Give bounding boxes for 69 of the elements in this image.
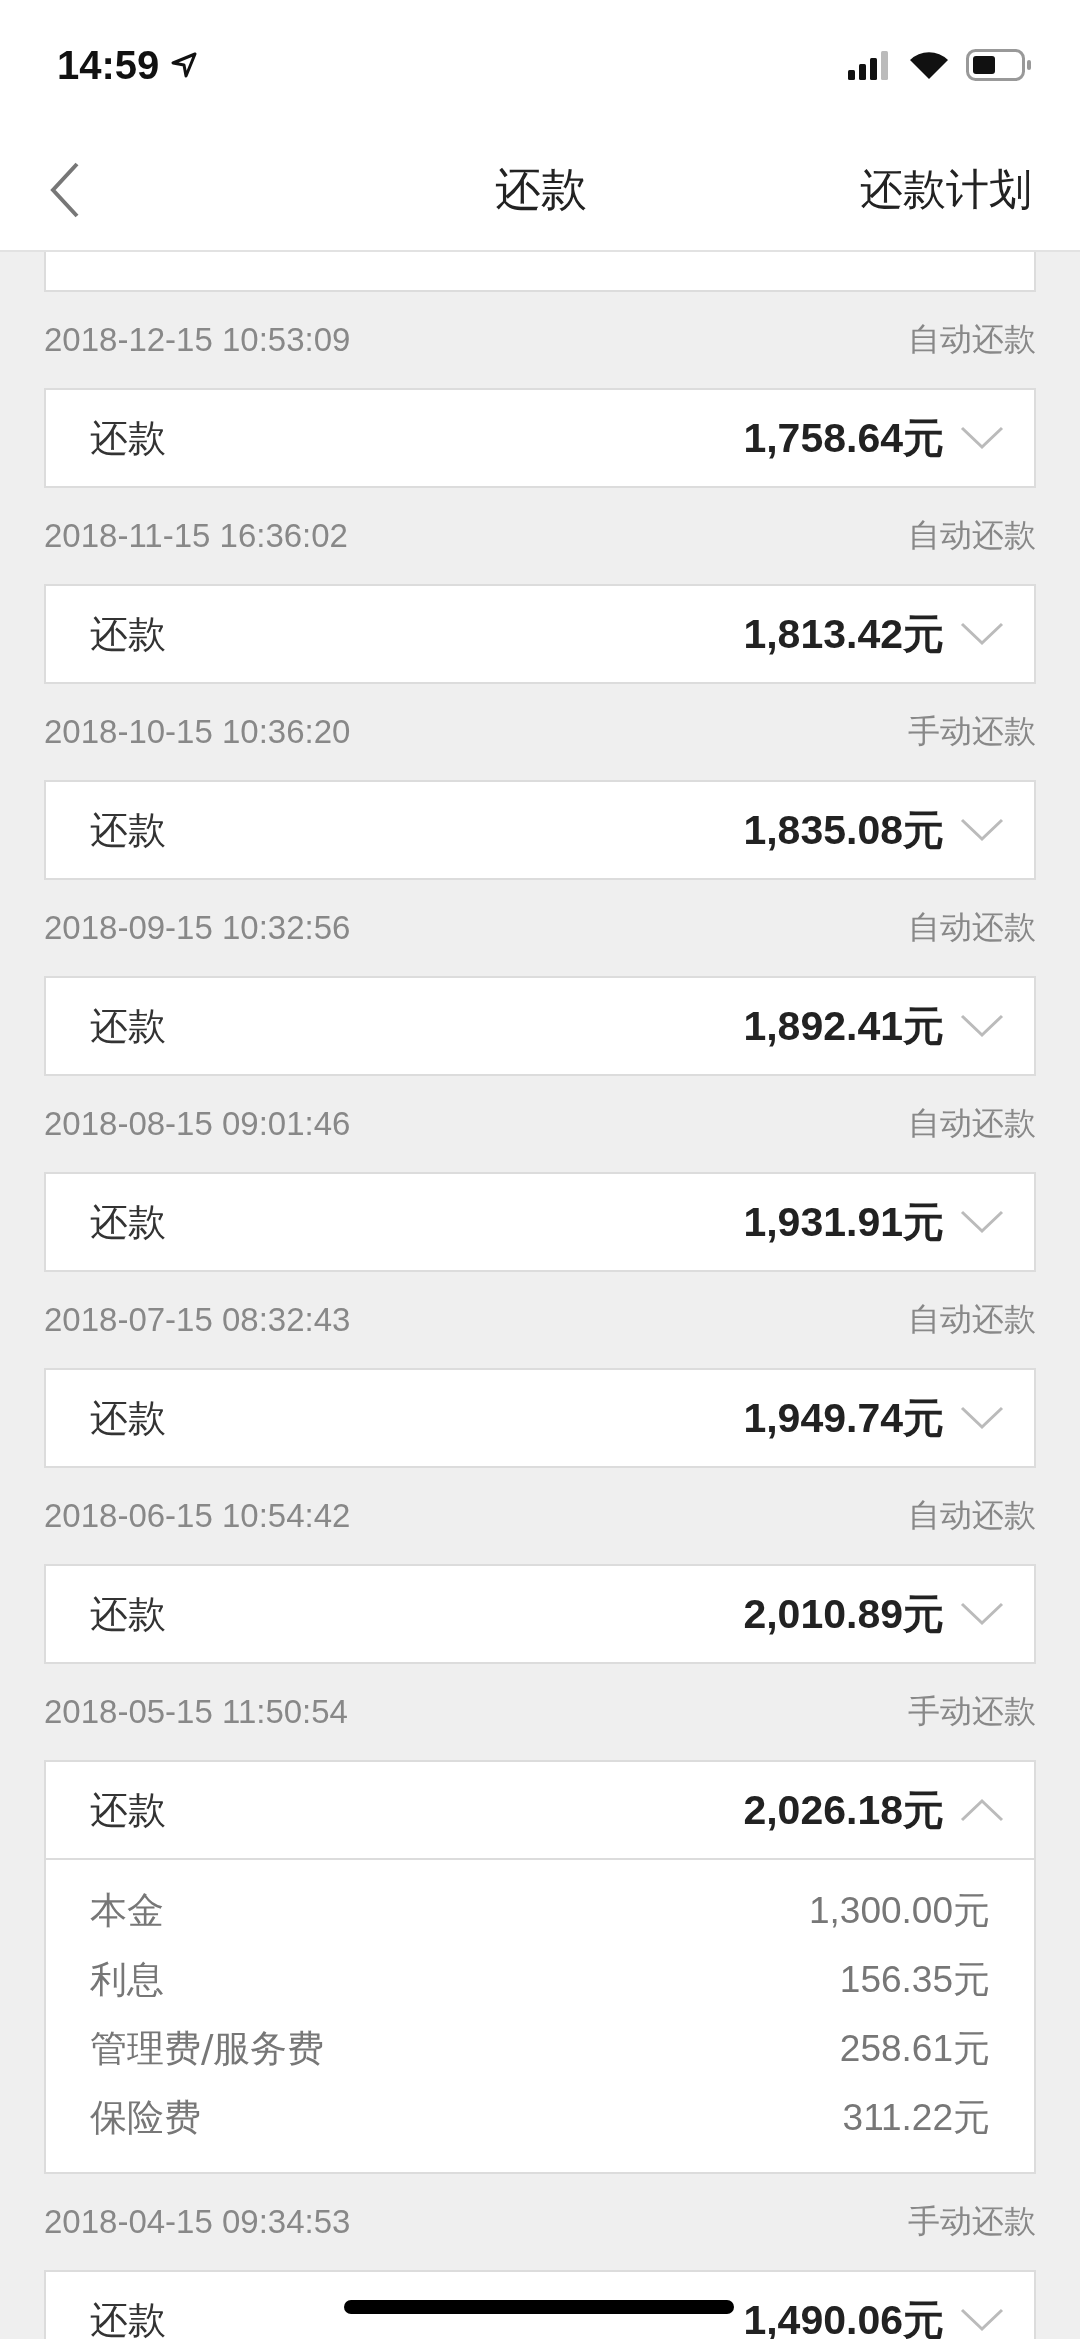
record-row[interactable]: 还款 1,813.42元 <box>46 586 1034 682</box>
detail-label: 利息 <box>90 1956 164 2003</box>
detail-label: 管理费/服务费 <box>90 2025 325 2072</box>
record-date: 2018-07-15 08:32:43 <box>44 1301 351 1339</box>
record-label: 还款 <box>90 2296 166 2339</box>
record-date: 2018-10-15 10:36:20 <box>44 713 351 751</box>
record-label: 还款 <box>90 610 166 658</box>
record-date: 2018-12-15 10:53:09 <box>44 321 351 359</box>
record-type: 自动还款 <box>908 1299 1036 1340</box>
record-row[interactable]: 还款 1,490.06元 <box>46 2272 1034 2339</box>
chevron-down-icon <box>960 622 1004 646</box>
record-amount: 1,813.42元 <box>743 609 944 659</box>
record-row[interactable]: 还款 1,758.64元 <box>46 390 1034 486</box>
record-type: 自动还款 <box>908 1103 1036 1144</box>
record-type: 手动还款 <box>908 1691 1036 1732</box>
page-title: 还款 <box>495 161 587 218</box>
record-amount: 1,758.64元 <box>743 413 944 463</box>
record-amount: 2,010.89元 <box>743 1589 944 1639</box>
record-amount: 1,949.74元 <box>743 1393 944 1443</box>
status-time: 14:59 <box>57 42 160 88</box>
record-label: 还款 <box>90 1590 166 1638</box>
record-label: 还款 <box>90 1394 166 1442</box>
chevron-down-icon <box>960 1602 1004 1626</box>
record-label: 还款 <box>90 414 166 462</box>
record-amount: 1,490.06元 <box>743 2295 944 2339</box>
detail-value: 311.22元 <box>842 2095 990 2140</box>
record-amount: 2,026.18元 <box>743 1785 944 1835</box>
chevron-down-icon <box>960 818 1004 842</box>
record-date: 2018-06-15 10:54:42 <box>44 1497 351 1535</box>
record-date: 2018-04-15 09:34:53 <box>44 2203 351 2241</box>
record-type: 自动还款 <box>908 1495 1036 1536</box>
back-button[interactable] <box>50 162 80 218</box>
detail-label: 保险费 <box>90 2094 201 2141</box>
record-type: 手动还款 <box>908 2201 1036 2242</box>
detail-label: 本金 <box>90 1887 164 1934</box>
wifi-icon <box>908 50 950 80</box>
record-date: 2018-05-15 11:50:54 <box>44 1693 348 1731</box>
record-type: 自动还款 <box>908 907 1036 948</box>
record-date: 2018-11-15 16:36:02 <box>44 517 348 555</box>
record-label: 还款 <box>90 1198 166 1246</box>
record-amount: 1,931.91元 <box>743 1197 944 1247</box>
record-row[interactable]: 还款 1,931.91元 <box>46 1174 1034 1270</box>
detail-value: 156.35元 <box>839 1957 990 2002</box>
chevron-down-icon <box>960 1210 1004 1234</box>
record-label: 还款 <box>90 806 166 854</box>
chevron-down-icon <box>960 1014 1004 1038</box>
record-type: 自动还款 <box>908 515 1036 556</box>
record-date: 2018-09-15 10:32:56 <box>44 909 351 947</box>
record-row[interactable]: 还款 1,835.08元 <box>46 782 1034 878</box>
record-row[interactable]: 还款 2,010.89元 <box>46 1566 1034 1662</box>
repayment-plan-link[interactable]: 还款计划 <box>860 161 1032 219</box>
record-row[interactable]: 还款 1,949.74元 <box>46 1370 1034 1466</box>
record-amount: 1,835.08元 <box>743 805 944 855</box>
record-label: 还款 <box>90 1786 166 1834</box>
record-label: 还款 <box>90 1002 166 1050</box>
detail-value: 258.61元 <box>839 2026 990 2071</box>
chevron-up-icon <box>960 1798 1004 1822</box>
record-date: 2018-08-15 09:01:46 <box>44 1105 351 1143</box>
chevron-down-icon <box>960 2308 1004 2332</box>
chevron-down-icon <box>960 1406 1004 1430</box>
record-row[interactable]: 还款 1,892.41元 <box>46 978 1034 1074</box>
record-type: 自动还款 <box>908 319 1036 360</box>
record-row[interactable]: 还款 2,026.18元 <box>46 1762 1034 1858</box>
chevron-down-icon <box>960 426 1004 450</box>
record-amount: 1,892.41元 <box>743 1001 944 1051</box>
battery-icon <box>966 49 1032 81</box>
record-type: 手动还款 <box>908 711 1036 752</box>
location-arrow-icon <box>171 52 198 78</box>
detail-value: 1,300.00元 <box>808 1888 990 1933</box>
